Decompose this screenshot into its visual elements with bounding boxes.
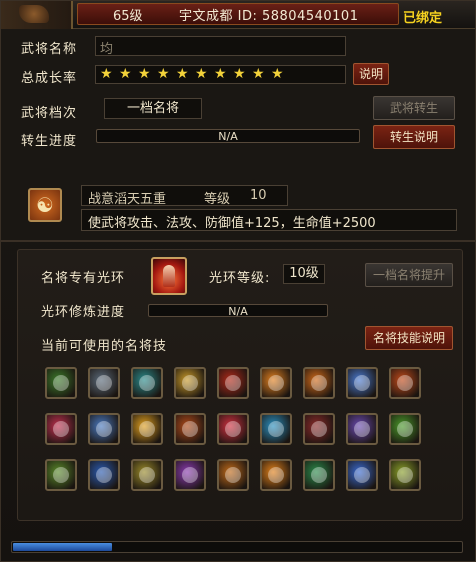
skill-3-icon[interactable] <box>131 367 163 399</box>
bottom-progress-fill <box>13 543 112 551</box>
skill-7-icon[interactable] <box>303 367 335 399</box>
general-name-field[interactable]: 均 <box>95 36 346 57</box>
skill-10-icon[interactable] <box>45 413 77 445</box>
general-detail-panel: 65级 宇文成都 ID: 58804540101 已绑定 武将名称 均 总成长率… <box>0 0 476 562</box>
bottom-progress-bar <box>11 541 463 553</box>
skill-17-icon[interactable] <box>346 413 378 445</box>
skill-20-icon[interactable] <box>88 459 120 491</box>
star-icon: ★ <box>100 66 113 82</box>
growth-explain-button[interactable]: 说明 <box>353 63 389 85</box>
skill-5-icon[interactable] <box>217 367 249 399</box>
skill-25-icon[interactable] <box>303 459 335 491</box>
skill-name: 战意滔天五重 <box>88 192 167 207</box>
skill-27-icon[interactable] <box>389 459 421 491</box>
halo-level-value: 10级 <box>283 264 325 284</box>
skill-23-icon[interactable] <box>217 459 249 491</box>
star-icon: ★ <box>271 66 284 82</box>
bound-status: 已绑定 <box>403 11 443 26</box>
skill-12-icon[interactable] <box>131 413 163 445</box>
skill-level-label: 等级 <box>204 192 231 207</box>
growth-rate-stars: ★ ★ ★ ★ ★ ★ ★ ★ ★ ★ <box>95 65 346 84</box>
halo-upgrade-button[interactable]: 一档名将提升 <box>365 263 453 287</box>
skill-21-icon[interactable] <box>131 459 163 491</box>
skill-1-icon[interactable] <box>45 367 77 399</box>
skill-13-icon[interactable] <box>174 413 206 445</box>
halo-refine-text: N/A <box>228 305 248 318</box>
tier-value: 一档名将 <box>104 98 202 119</box>
general-level: 65级 <box>113 9 143 24</box>
skill-info-box: 战意滔天五重 等级 10 <box>81 185 288 207</box>
skill-level-value: 10 <box>250 188 267 203</box>
skill-description: 使武将攻击、法攻、防御值+125，生命值+2500 <box>81 209 457 231</box>
general-name-id: 宇文成都 ID: 58804540101 <box>179 9 359 24</box>
available-skills-label: 当前可使用的名将技 <box>41 339 168 354</box>
halo-level-label: 光环等级: <box>209 271 271 286</box>
halo-refine-label: 光环修炼进度 <box>41 305 126 320</box>
transfer-progress-bar: N/A <box>96 129 360 143</box>
star-icon: ★ <box>214 66 227 82</box>
skill-14-icon[interactable] <box>217 413 249 445</box>
star-icon: ★ <box>252 66 265 82</box>
halo-icon[interactable] <box>151 257 187 295</box>
skill-19-icon[interactable] <box>45 459 77 491</box>
star-icon: ★ <box>195 66 208 82</box>
star-icon: ★ <box>119 66 132 82</box>
star-icon: ★ <box>233 66 246 82</box>
skill-8-icon[interactable] <box>346 367 378 399</box>
growth-rate-label: 总成长率 <box>21 71 78 86</box>
skill-9-icon[interactable] <box>389 367 421 399</box>
skill-18-icon[interactable] <box>389 413 421 445</box>
halo-refine-bar: N/A <box>148 304 328 318</box>
halo-title: 名将专有光环 <box>41 271 126 286</box>
general-name-label: 武将名称 <box>21 42 78 57</box>
transfer-progress-text: N/A <box>218 130 238 143</box>
header-bar: 65级 宇文成都 ID: 58804540101 已绑定 <box>1 1 475 29</box>
skill-24-icon[interactable] <box>260 459 292 491</box>
skill-15-icon[interactable] <box>260 413 292 445</box>
skill-22-icon[interactable] <box>174 459 206 491</box>
skill-4-icon[interactable] <box>174 367 206 399</box>
yin-yang-skill-icon[interactable] <box>28 188 62 222</box>
tier-label: 武将档次 <box>21 106 78 121</box>
skill-11-icon[interactable] <box>88 413 120 445</box>
star-icon: ★ <box>138 66 151 82</box>
skills-grid <box>45 367 429 497</box>
transfer-button[interactable]: 武将转生 <box>373 96 455 120</box>
skill-2-icon[interactable] <box>88 367 120 399</box>
skill-6-icon[interactable] <box>260 367 292 399</box>
skill-explain-button[interactable]: 名将技能说明 <box>365 326 453 350</box>
header-ornament <box>1 1 73 29</box>
skill-16-icon[interactable] <box>303 413 335 445</box>
transfer-explain-button[interactable]: 转生说明 <box>373 125 455 149</box>
section-divider <box>1 240 475 242</box>
transfer-progress-label: 转生进度 <box>21 134 78 149</box>
star-icon: ★ <box>157 66 170 82</box>
star-icon: ★ <box>176 66 189 82</box>
skill-26-icon[interactable] <box>346 459 378 491</box>
